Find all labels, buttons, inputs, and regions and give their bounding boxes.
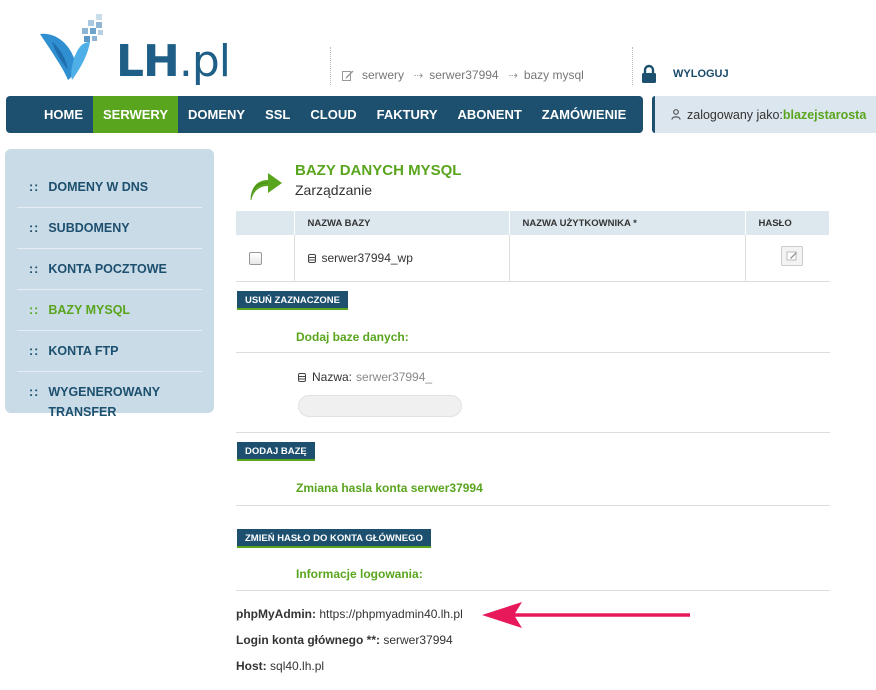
add-db-button[interactable]: DODAJ BAZĘ bbox=[237, 442, 315, 461]
change-password-heading: Zmiana hasla konta serwer37994 bbox=[296, 481, 483, 495]
breadcrumb-item-server[interactable]: serwer37994 bbox=[429, 68, 498, 82]
green-curved-arrow-icon bbox=[250, 173, 282, 201]
table-header-username: NAZWA UŻYTKOWNIKA * bbox=[509, 211, 746, 235]
logged-username: blazejstarosta bbox=[782, 107, 867, 122]
sidebar-item-label: KONTA POCZTOWE bbox=[48, 262, 167, 276]
page-title: BAZY DANYCH MYSQL bbox=[295, 162, 462, 179]
logout-divider bbox=[632, 47, 633, 85]
arrow-right-icon: ⇢ bbox=[508, 69, 518, 82]
divider bbox=[236, 505, 830, 506]
database-icon bbox=[307, 253, 316, 263]
sidebar-item-label: KONTA FTP bbox=[48, 344, 119, 358]
sidebar-bullet: :: bbox=[29, 221, 40, 235]
logged-user-prefix: zalogowany jako: bbox=[687, 107, 783, 122]
sidebar-item-label: WYGENEROWANY TRANSFER bbox=[48, 385, 160, 419]
nav-item-abonent[interactable]: ABONENT bbox=[448, 96, 532, 133]
databases-table: NAZWA BAZY NAZWA UŻYTKOWNIKA * HASŁO ser… bbox=[236, 211, 830, 282]
breadcrumb-item-serwery[interactable]: serwery bbox=[362, 68, 404, 82]
logo-text: LH.pl bbox=[116, 36, 231, 87]
phpmyadmin-label: phpMyAdmin: bbox=[236, 607, 316, 621]
table-header-password: HASŁO bbox=[745, 211, 830, 235]
login-label: Login konta głównego **: bbox=[236, 633, 380, 647]
divider bbox=[236, 432, 830, 433]
add-db-heading: Dodaj baze danych: bbox=[296, 330, 409, 344]
page-subtitle: Zarządzanie bbox=[295, 182, 373, 198]
sidebar-item-label: SUBDOMENY bbox=[48, 221, 130, 235]
edit-icon bbox=[342, 70, 354, 81]
phpmyadmin-url[interactable]: https://phpmyadmin40.lh.pl bbox=[319, 607, 462, 621]
nav-item-zamowienie[interactable]: ZAMÓWIENIE bbox=[532, 96, 637, 133]
change-main-password-button[interactable]: ZMIEŃ HASŁO DO KONTA GŁÓWNEGO bbox=[237, 529, 431, 548]
key-edit-icon bbox=[786, 251, 797, 261]
host-value: sql40.lh.pl bbox=[270, 659, 325, 673]
host-label: Host: bbox=[236, 659, 267, 673]
sidebar-item-label: DOMENY W DNS bbox=[48, 180, 149, 194]
sidebar-bullet: :: bbox=[29, 344, 40, 358]
login-line: Login konta głównego **: serwer37994 bbox=[236, 633, 453, 647]
logout-link[interactable]: WYLOGUJ bbox=[641, 64, 729, 84]
arrow-right-icon: ⇢ bbox=[414, 69, 424, 82]
main-nav: HOME SERWERY DOMENY SSL CLOUD FAKTURY AB… bbox=[6, 96, 643, 133]
breadcrumb-divider bbox=[330, 47, 331, 85]
row-checkbox[interactable] bbox=[249, 251, 262, 265]
table-header-db-name: NAZWA BAZY bbox=[294, 211, 510, 235]
sidebar-item-bazy-mysql[interactable]: :: BAZY MYSQL bbox=[17, 290, 202, 331]
sidebar: :: DOMENY W DNS :: SUBDOMENY :: KONTA PO… bbox=[5, 149, 214, 419]
nav-item-cloud[interactable]: CLOUD bbox=[300, 96, 366, 133]
table-header-row: NAZWA BAZY NAZWA UŻYTKOWNIKA * HASŁO bbox=[236, 211, 830, 235]
db-name-input[interactable] bbox=[298, 395, 462, 417]
login-value: serwer37994 bbox=[383, 633, 453, 647]
sidebar-item-wygenerowany-transfer[interactable]: :: WYGENEROWANY TRANSFER bbox=[17, 372, 202, 432]
sidebar-item-konta-ftp[interactable]: :: KONTA FTP bbox=[17, 331, 202, 372]
delete-selected-button[interactable]: USUŃ ZAZNACZONE bbox=[237, 291, 348, 310]
db-name-field-label: Nazwa: serwer37994_ bbox=[298, 370, 432, 384]
breadcrumb-item-current: bazy mysql bbox=[523, 68, 584, 82]
sidebar-item-label: BAZY MYSQL bbox=[48, 303, 131, 317]
sidebar-bullet: :: bbox=[29, 385, 40, 399]
login-info-heading: Informacje logowania: bbox=[296, 567, 423, 581]
user-icon bbox=[671, 109, 681, 120]
sidebar-bullet: :: bbox=[29, 303, 40, 317]
divider bbox=[236, 352, 830, 353]
table-row: serwer37994_wp bbox=[236, 235, 830, 282]
logged-user-box: zalogowany jako: blazejstarosta bbox=[652, 96, 876, 133]
logout-label: WYLOGUJ bbox=[673, 68, 729, 80]
breadcrumb: serwery ⇢ serwer37994 ⇢ bazy mysql bbox=[332, 68, 584, 82]
sidebar-item-domeny-w-dns[interactable]: :: DOMENY W DNS bbox=[17, 167, 202, 208]
db-name-prefix: serwer37994_ bbox=[356, 370, 433, 384]
change-db-password-button[interactable] bbox=[780, 246, 803, 267]
table-header-select bbox=[236, 211, 295, 235]
divider bbox=[236, 590, 830, 591]
nav-item-serwery[interactable]: SERWERY bbox=[93, 96, 179, 133]
nav-item-domeny[interactable]: DOMENY bbox=[178, 96, 255, 133]
sidebar-item-konta-pocztowe[interactable]: :: KONTA POCZTOWE bbox=[17, 249, 202, 290]
db-name-label: Nazwa: bbox=[312, 370, 353, 384]
logo-butterfly-icon bbox=[40, 14, 103, 80]
nav-item-faktury[interactable]: FAKTURY bbox=[367, 96, 448, 133]
phpmyadmin-line: phpMyAdmin: https://phpmyadmin40.lh.pl bbox=[236, 607, 463, 621]
annotation-arrow-icon bbox=[482, 602, 690, 628]
db-name-cell: serwer37994_wp bbox=[321, 250, 413, 265]
nav-item-ssl[interactable]: SSL bbox=[255, 96, 300, 133]
sidebar-bullet: :: bbox=[29, 262, 40, 276]
host-line: Host: sql40.lh.pl bbox=[236, 659, 324, 673]
nav-item-home[interactable]: HOME bbox=[34, 96, 93, 133]
lock-icon bbox=[642, 64, 656, 83]
sidebar-item-subdomeny[interactable]: :: SUBDOMENY bbox=[17, 208, 202, 249]
database-icon bbox=[298, 372, 306, 382]
logo[interactable]: LH.pl bbox=[38, 14, 258, 86]
sidebar-bullet: :: bbox=[29, 180, 40, 194]
